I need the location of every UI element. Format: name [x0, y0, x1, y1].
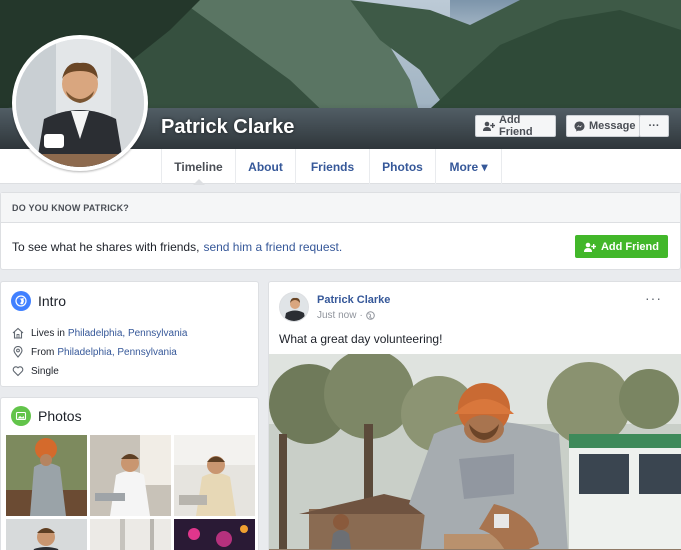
friend-request-panel: DO YOU KNOW PATRICK? To see what he shar… [0, 192, 681, 270]
message-label: Message [589, 120, 636, 132]
tab-photos-label: Photos [382, 159, 423, 174]
post-meta: Just now · [317, 310, 375, 321]
tab-more-label: More ▾ [449, 159, 488, 174]
photo-thumbnail[interactable] [6, 435, 87, 516]
post-photo[interactable] [269, 354, 681, 550]
tab-timeline-label: Timeline [174, 159, 223, 174]
photo-thumbnail[interactable] [174, 435, 255, 516]
tab-photos[interactable]: Photos [369, 149, 435, 184]
post-timestamp[interactable]: Just now [317, 310, 356, 321]
photos-card: Photos [0, 397, 259, 550]
tab-more[interactable]: More ▾ [435, 149, 502, 184]
intro-lives-prefix: Lives in [31, 327, 65, 339]
message-button[interactable]: Message [566, 115, 640, 137]
photo-thumbnail[interactable] [6, 519, 87, 550]
add-friend-green-button[interactable]: Add Friend [574, 235, 668, 258]
post-text: What a great day volunteering! [279, 332, 443, 346]
add-friend-green-label: Add Friend [600, 240, 659, 253]
person-plus-icon [583, 242, 596, 252]
person-plus-icon [483, 121, 495, 131]
post-meta-separator: · [359, 310, 363, 321]
post-author-name[interactable]: Patrick Clarke [317, 294, 390, 306]
photo-thumbnail[interactable] [90, 519, 171, 550]
photos-title-label: Photos [38, 408, 82, 424]
tab-about[interactable]: About [235, 149, 295, 184]
send-friend-request-link[interactable]: send him a friend request. [203, 240, 342, 254]
house-icon [12, 327, 26, 339]
tab-about-label: About [248, 159, 283, 174]
intro-relationship-text: Single [31, 365, 59, 377]
friend-request-heading: DO YOU KNOW PATRICK? [1, 193, 680, 223]
tab-friends-label: Friends [310, 159, 355, 174]
post-options-button[interactable]: ··· [645, 290, 662, 306]
pin-icon [12, 346, 26, 358]
friend-request-text: To see what he shares with friends, [12, 239, 200, 254]
intro-from: From Philadelphia, Pennsylvania [12, 346, 177, 358]
more-options-button[interactable]: ··· [639, 115, 669, 137]
photo-thumbnail[interactable] [90, 435, 171, 516]
intro-relationship: Single [12, 365, 59, 377]
photos-icon [11, 406, 31, 426]
add-friend-label: Add Friend [499, 114, 533, 138]
heart-icon [12, 365, 26, 377]
intro-from-city-link[interactable]: Philadelphia, Pennsylvania [57, 347, 177, 358]
tab-timeline[interactable]: Timeline [161, 149, 235, 185]
tab-friends[interactable]: Friends [295, 149, 369, 184]
globe-icon [11, 291, 31, 311]
intro-title-label: Intro [38, 293, 67, 309]
avatar-photo [16, 39, 144, 167]
add-friend-button[interactable]: Add Friend [475, 114, 556, 138]
intro-lives-city-link[interactable]: Philadelphia, Pennsylvania [68, 328, 188, 339]
post-author-avatar[interactable] [279, 292, 309, 322]
intro-from-prefix: From [31, 346, 55, 358]
globe-small-icon[interactable] [366, 311, 375, 320]
photos-title[interactable]: Photos [11, 406, 82, 426]
intro-lives-in: Lives in Philadelphia, Pennsylvania [12, 327, 187, 339]
photo-thumbnail[interactable] [174, 519, 255, 550]
more-options-label: ··· [648, 120, 660, 132]
intro-title: Intro [11, 291, 66, 311]
messenger-icon [574, 121, 585, 132]
profile-name: Patrick Clarke [161, 116, 295, 138]
post-card: Patrick Clarke Just now · ··· What a gre… [268, 281, 681, 550]
profile-avatar[interactable] [12, 35, 148, 171]
intro-card: Intro Lives in Philadelphia, Pennsylvani… [0, 281, 259, 387]
